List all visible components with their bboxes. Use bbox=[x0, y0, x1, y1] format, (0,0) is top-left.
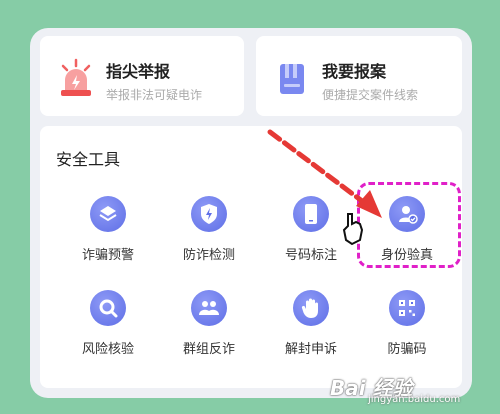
tool-label: 防骗码 bbox=[387, 342, 427, 357]
watermark-url: jingyan.baidu.com bbox=[368, 394, 461, 405]
qr-code-icon bbox=[389, 290, 425, 326]
tool-number-tag[interactable]: 号码标注 bbox=[266, 196, 356, 263]
report-subtitle: 举报非法可疑电诈 bbox=[106, 88, 203, 102]
watermark: Bai 经验 jingyan.baidu.com bbox=[330, 372, 490, 408]
tool-unblock-appeal[interactable]: 解封申诉 bbox=[266, 290, 356, 357]
tool-label: 诈骗预警 bbox=[81, 248, 134, 263]
phone-icon bbox=[293, 196, 329, 232]
report-title: 指尖举报 bbox=[106, 62, 171, 81]
identity-highlight-box bbox=[357, 182, 461, 268]
tool-label: 防诈检测 bbox=[182, 248, 235, 263]
tool-group-antifraud[interactable]: 群组反诈 bbox=[164, 290, 254, 357]
tool-fraud-warning[interactable]: 诈骗预警 bbox=[63, 196, 153, 263]
group-icon bbox=[191, 290, 227, 326]
tool-fraud-detect[interactable]: 防诈检测 bbox=[164, 196, 254, 263]
case-card[interactable]: 我要报案 便捷提交案件线索 bbox=[256, 36, 462, 116]
report-card[interactable]: 指尖举报 举报非法可疑电诈 bbox=[40, 36, 244, 116]
tool-label: 群组反诈 bbox=[182, 342, 235, 357]
tool-anti-scam-code[interactable]: 防骗码 bbox=[362, 290, 452, 357]
hand-icon bbox=[293, 290, 329, 326]
tool-risk-check[interactable]: 风险核验 bbox=[63, 290, 153, 357]
shield-bolt-icon bbox=[191, 196, 227, 232]
case-title: 我要报案 bbox=[322, 62, 387, 81]
tool-label: 风险核验 bbox=[81, 342, 134, 357]
case-subtitle: 便捷提交案件线索 bbox=[322, 88, 419, 102]
section-title: 安全工具 bbox=[56, 150, 121, 169]
layers-icon bbox=[90, 196, 126, 232]
search-icon bbox=[90, 290, 126, 326]
alarm-light-icon bbox=[61, 58, 91, 96]
file-folder-icon bbox=[280, 64, 304, 94]
tool-label: 解封申诉 bbox=[284, 342, 337, 357]
tool-label: 号码标注 bbox=[284, 248, 337, 263]
